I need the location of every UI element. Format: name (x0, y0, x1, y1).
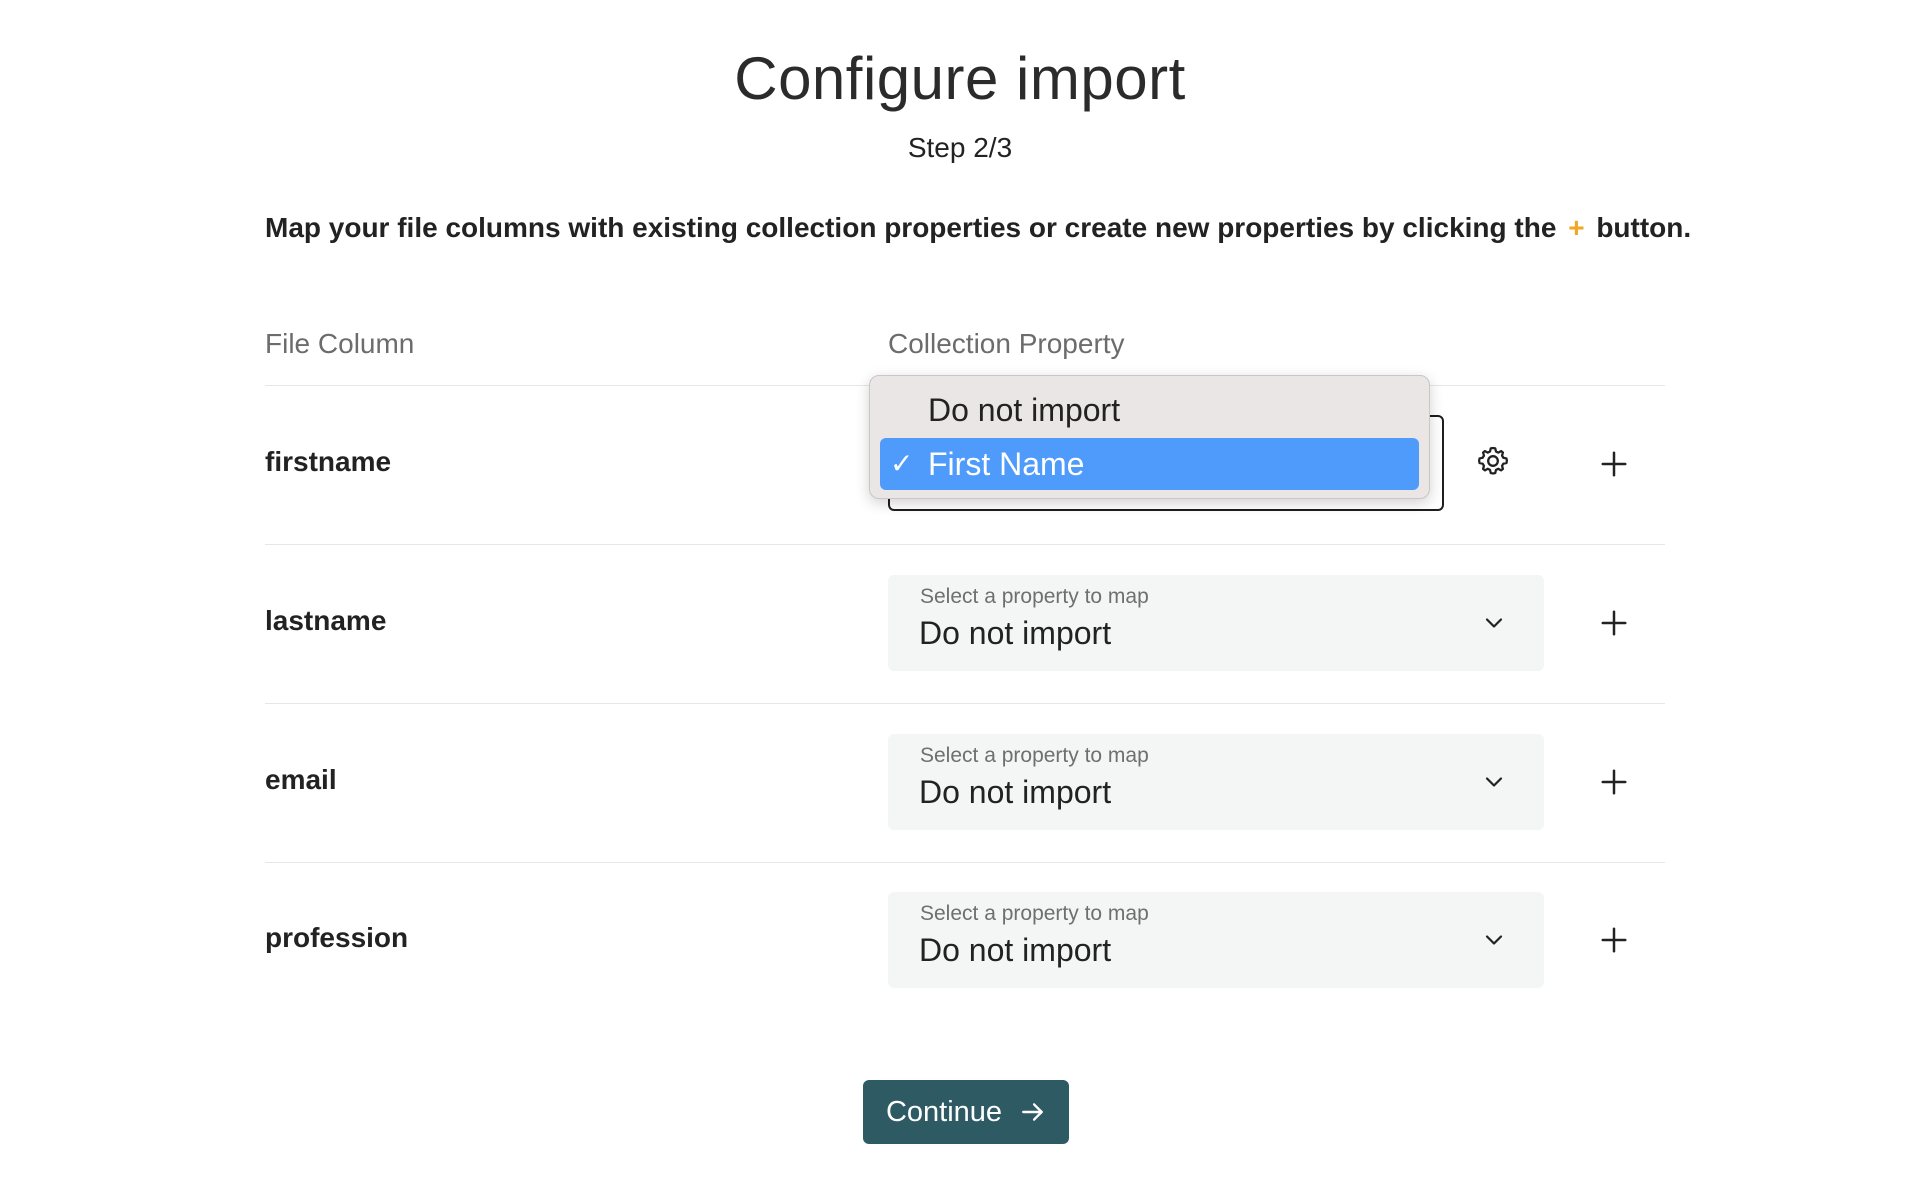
plus-accent-icon: + (1568, 212, 1585, 243)
collection-property-header: Collection Property (888, 328, 1125, 359)
select-value: Do not import (919, 932, 1112, 968)
divider (265, 544, 1665, 545)
step-indicator: Step 2/3 (907, 132, 1013, 163)
property-select-email[interactable]: Select a property to map Do not import (888, 734, 1544, 830)
divider (265, 862, 1665, 863)
property-select-profession[interactable]: Select a property to map Do not import (888, 892, 1544, 988)
gear-icon[interactable] (1476, 444, 1510, 478)
continue-button[interactable]: Continue (863, 1080, 1069, 1144)
plus-icon[interactable] (1599, 925, 1629, 955)
chevron-down-icon (1485, 777, 1503, 787)
row-file-column-firstname: firstname (265, 446, 392, 477)
instructions-text: Map your file columns with existing coll… (265, 212, 1691, 244)
configure-import-page: Configure import Step 2/3 Map your file … (0, 0, 1920, 1179)
select-hint: Select a property to map (920, 585, 1149, 608)
file-column-header: File Column (265, 328, 415, 359)
continue-label: Continue (885, 1095, 1003, 1128)
chevron-down-icon (1485, 618, 1503, 628)
row-file-column-profession: profession (265, 922, 409, 953)
arrow-right-icon (1022, 1103, 1043, 1121)
property-dropdown-menu: Do not import ✓ First Name (869, 375, 1430, 499)
row-file-column-email: email (265, 764, 337, 795)
checkmark-icon: ✓ (890, 448, 914, 479)
property-select-lastname[interactable]: Select a property to map Do not import (888, 575, 1544, 671)
plus-icon[interactable] (1599, 767, 1629, 797)
plus-icon[interactable] (1599, 608, 1629, 638)
select-value: Do not import (919, 774, 1112, 810)
plus-icon[interactable] (1599, 449, 1629, 479)
instructions-before: Map your file columns with existing coll… (265, 212, 1557, 243)
chevron-down-icon (1485, 935, 1503, 945)
select-value: Do not import (919, 615, 1112, 651)
option-label: First Name (928, 446, 1085, 482)
select-hint: Select a property to map (920, 902, 1149, 925)
option-label: Do not import (928, 392, 1121, 428)
dropdown-option-do-not-import[interactable]: Do not import (880, 384, 1419, 436)
select-hint: Select a property to map (920, 744, 1149, 767)
row-file-column-lastname: lastname (265, 605, 387, 636)
instructions-after: button. (1596, 212, 1692, 243)
page-title: Configure import (734, 45, 1186, 112)
divider (265, 703, 1665, 704)
dropdown-option-first-name[interactable]: ✓ First Name (880, 438, 1419, 490)
